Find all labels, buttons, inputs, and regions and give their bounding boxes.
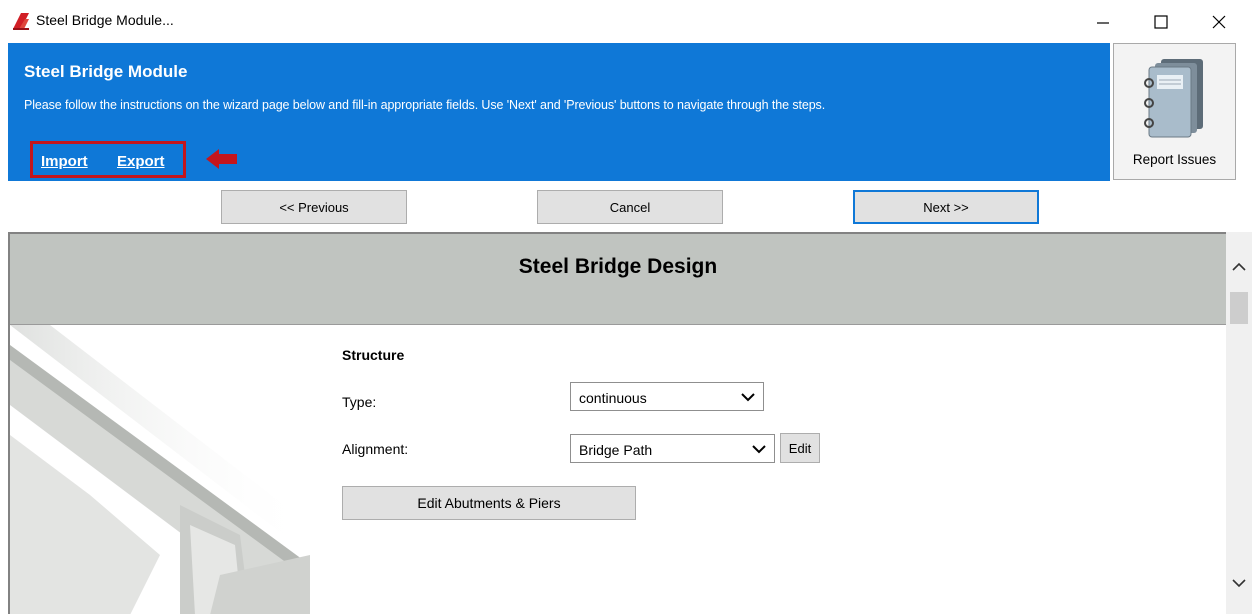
export-link[interactable]: Export [117, 153, 165, 170]
bridge-photo [10, 325, 310, 614]
header-instructions: Please follow the instructions on the wi… [24, 98, 826, 112]
type-select-value: continuous [579, 390, 647, 406]
alignment-select[interactable]: Bridge Path [570, 434, 775, 463]
structure-section-title: Structure [342, 347, 405, 363]
chevron-up-icon [1232, 262, 1246, 271]
type-label: Type: [342, 394, 377, 410]
arrow-left-icon [206, 149, 237, 169]
wizard-header: Steel Bridge Module Please follow the in… [8, 43, 1110, 181]
report-issues-label: Report Issues [1132, 152, 1217, 167]
wizard-page: Steel Bridge Design Structure Type: cont… [8, 232, 1226, 614]
window-title: Steel Bridge Module... [36, 12, 174, 28]
report-issues-button[interactable]: Report Issues [1113, 43, 1236, 180]
close-button[interactable] [1196, 0, 1242, 43]
header-title: Steel Bridge Module [24, 62, 188, 81]
chevron-down-icon [741, 393, 755, 402]
alignment-select-value: Bridge Path [579, 442, 653, 458]
binder-icon [1144, 59, 1203, 138]
maximize-icon [1154, 14, 1168, 29]
import-link[interactable]: Import [41, 153, 88, 170]
chevron-down-icon [752, 445, 766, 454]
close-icon [1212, 15, 1226, 28]
minimize-button[interactable] [1080, 0, 1126, 43]
edit-alignment-button[interactable]: Edit [780, 433, 820, 463]
minimize-icon [1097, 21, 1109, 24]
cancel-button[interactable]: Cancel [537, 190, 723, 224]
scroll-down-button[interactable] [1226, 568, 1252, 598]
alignment-label: Alignment: [342, 441, 409, 457]
chevron-down-icon [1232, 579, 1246, 588]
page-title: Steel Bridge Design [518, 255, 718, 278]
previous-button[interactable]: << Previous [221, 190, 407, 224]
next-button[interactable]: Next >> [853, 190, 1039, 224]
vertical-scrollbar[interactable] [1226, 232, 1252, 614]
page-header: Steel Bridge Design [10, 234, 1226, 325]
window-titlebar: Steel Bridge Module... [0, 0, 1252, 43]
maximize-button[interactable] [1138, 0, 1184, 43]
edit-abutments-piers-button[interactable]: Edit Abutments & Piers [342, 486, 636, 520]
app-logo-icon [11, 11, 31, 31]
type-select[interactable]: continuous [570, 382, 764, 411]
scroll-thumb[interactable] [1230, 292, 1248, 324]
scroll-up-button[interactable] [1226, 252, 1252, 282]
